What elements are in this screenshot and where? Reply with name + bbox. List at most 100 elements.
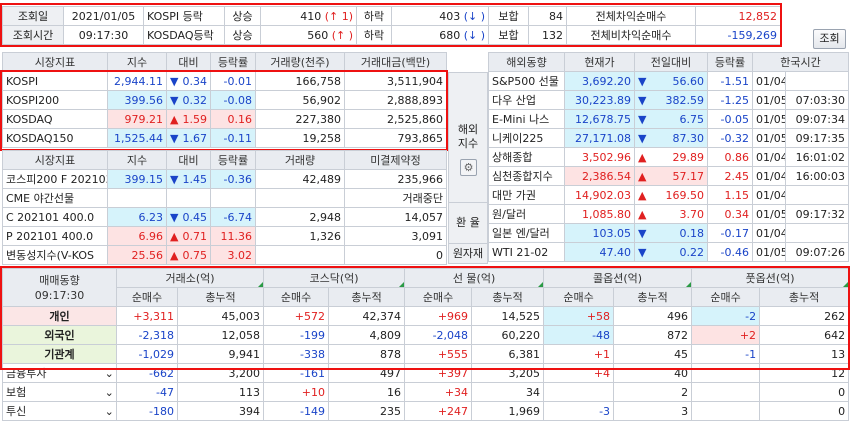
table-row[interactable]: E-Mini 나스 12,678.75 ▼ 6.75 -0.05 01/05 09:07:3… (488, 109, 850, 129)
down-arrow-icon: ▼ (638, 245, 647, 259)
net-buy-value: -161 (263, 363, 330, 383)
overseas-rate: -0.17 (707, 223, 753, 243)
overseas-price: 27,171.08 (564, 128, 635, 148)
investor-name: 외국인 (2, 325, 117, 345)
net-buy-value (691, 401, 761, 421)
table-row[interactable]: WTI 21-02 47.40 ▼ 0.22 -0.46 01/05 09:07:26 (488, 242, 850, 262)
cumulative-value: 2 (613, 382, 693, 402)
time-value: 09:17:30 (63, 25, 144, 45)
cumulative-value: 394 (176, 401, 265, 421)
table-row[interactable]: 변동성지수(V-KOS 25.56 ▲ 0.75 3.02 0 (2, 245, 447, 265)
net-buy-value: +3,311 (116, 306, 178, 326)
net-buy-value: -662 (116, 363, 178, 383)
table-row[interactable]: 기관계 -1,029 9,941 -338 878 +555 6,381 +1 45 -… (2, 344, 850, 364)
index-rate: -0.01 (210, 71, 256, 91)
cumulative-value: 0 (759, 382, 850, 402)
table-row[interactable]: P 202101 400.0 6.96 ▲ 0.71 11.36 1,326 3,… (2, 226, 447, 246)
chevron-down-icon[interactable]: ⌄ (102, 363, 117, 383)
overseas-name: 다우 산업 (488, 90, 565, 110)
header-prev-change: 전일대비 (634, 52, 708, 72)
index-change: ▲ 1.59 (166, 109, 211, 129)
index-rate: -0.11 (210, 128, 256, 148)
down-arrow-icon: ▼ (170, 93, 179, 107)
investor-name: 보험 (2, 382, 103, 402)
up-label: 상승 (224, 25, 261, 45)
table-row[interactable]: 투신 ⌄ -180 394 -149 235 +247 1,969 -3 3 0 (2, 401, 850, 421)
chevron-down-icon[interactable]: ⌄ (102, 401, 117, 421)
net-buy-value: -338 (263, 344, 330, 364)
down-label: 하락 (356, 6, 392, 26)
overseas-change: ▼ 56.60 (634, 71, 708, 91)
arbitrage-label: 전체차익순매수 (566, 6, 696, 26)
table-row[interactable]: 일본 엔/달러 103.05 ▼ 0.18 -0.17 01/04 (488, 223, 850, 243)
index-volume: 166,758 (255, 71, 345, 91)
cumulative-value: 40 (613, 363, 693, 383)
table-row[interactable]: CME 야간선물 거래중단 (2, 188, 447, 208)
gear-icon[interactable]: ⚙ (460, 159, 477, 176)
overseas-change: ▼ 6.75 (634, 109, 708, 129)
cumulative-value: 14,525 (471, 306, 545, 326)
cumulative-value: 642 (759, 325, 850, 345)
table-row[interactable]: 코스피200 F 202103 399.15 ▼ 1.45 -0.36 42,48… (2, 169, 447, 189)
net-buy-header: 순매수 (543, 287, 615, 307)
net-buy-value: -2 (691, 306, 761, 326)
table-row[interactable]: 대만 가권 14,902.03 ▲ 169.50 1.15 01/04 (488, 185, 850, 205)
net-buy-header: 순매수 (404, 287, 473, 307)
table-row[interactable]: KOSPI 2,944.11 ▼ 0.34 -0.01 166,758 3,511… (2, 71, 447, 91)
cumulative-value: 6,381 (471, 344, 545, 364)
investor-name: 기관계 (2, 344, 117, 364)
cumulative-value: 60,220 (471, 325, 545, 345)
up-arrow-icon: ▲ (638, 150, 647, 164)
table-row[interactable]: KOSDAQ 979.21 ▲ 1.59 0.16 227,380 2,525,8… (2, 109, 447, 129)
arbitrage-value: 12,852 (695, 6, 781, 26)
table-row[interactable]: 다우 산업 30,223.89 ▼ 382.59 -1.25 01/05 07:03:30 (488, 90, 850, 110)
net-buy-value (691, 363, 761, 383)
overseas-name: E-Mini 나스 (488, 109, 565, 129)
down-arrow-icon: ▼ (170, 172, 179, 186)
table-row[interactable]: 심천종합지수 2,386.54 ▲ 57.17 2.45 01/04 16:00:03 (488, 166, 850, 186)
index-rate: 0.16 (210, 109, 256, 129)
overseas-price: 14,902.03 (564, 185, 635, 205)
instrument-volume (255, 245, 345, 265)
table-row[interactable]: S&P500 선물 3,692.20 ▼ 56.60 -1.51 01/04 (488, 71, 850, 91)
group-header: 풋옵션(억) (691, 268, 850, 288)
table-row[interactable]: 원/달러 1,085.80 ▲ 3.70 0.34 01/05 09:17:32 (488, 204, 850, 224)
kospi-flat-count: 84 (528, 6, 567, 26)
table-row[interactable]: KOSPI200 399.56 ▼ 0.32 -0.08 56,902 2,888… (2, 90, 447, 110)
table-row[interactable]: 개인 +3,311 45,003 +572 42,374 +969 14,525 +5… (2, 306, 850, 326)
kosdaq-up-count: 560 (↑ ) (260, 25, 357, 45)
overseas-date: 01/05 (752, 128, 786, 148)
instrument-price: 6.96 (107, 226, 167, 246)
cumulative-value: 4,809 (328, 325, 406, 345)
table-row[interactable]: KOSDAQ150 1,525.44 ▼ 1.67 -0.11 19,258 79… (2, 128, 447, 148)
chevron-down-icon[interactable]: ⌄ (102, 382, 117, 402)
net-buy-value: +247 (404, 401, 473, 421)
cumulative-value: 0 (759, 401, 850, 421)
header-amount: 거래대금(백만) (344, 52, 447, 72)
net-buy-header: 순매수 (116, 287, 178, 307)
overseas-change: ▲ 169.50 (634, 185, 708, 205)
table-row[interactable]: 니케이225 27,171.08 ▼ 87.30 -0.32 01/05 09:17:35 (488, 128, 850, 148)
table-row[interactable]: 보험 ⌄ -47 113 +10 16 +34 34 2 0 (2, 382, 850, 402)
table-row[interactable]: 금융투자 ⌄ -662 3,200 -161 497 +397 3,205 +4 40 … (2, 363, 850, 383)
cumulative-value: 34 (471, 382, 545, 402)
overseas-date: 01/05 (752, 204, 786, 224)
index-value: 2,944.11 (107, 71, 167, 91)
table-row[interactable]: C 202101 400.0 6.23 ▼ 0.45 -6.74 2,948 14… (2, 207, 447, 227)
date-label: 조회일 (2, 6, 64, 26)
cumulative-value: 497 (328, 363, 406, 383)
cumulative-value: 872 (613, 325, 693, 345)
table-row[interactable]: 상해종합 3,502.96 ▲ 29.89 0.86 01/04 16:01:02 (488, 147, 850, 167)
cumulative-value: 235 (328, 401, 406, 421)
investor-name: 개인 (2, 306, 117, 326)
overseas-change: ▼ 0.22 (634, 242, 708, 262)
cumulative-value: 45 (613, 344, 693, 364)
table-row[interactable]: 외국인 -2,318 12,058 -199 4,809 -2,048 60,220 … (2, 325, 850, 345)
overseas-change: ▲ 57.17 (634, 166, 708, 186)
overseas-price: 3,502.96 (564, 147, 635, 167)
group-header: 선 물(억) (404, 268, 545, 288)
index-value: 399.56 (107, 90, 167, 110)
instrument-price: 6.23 (107, 207, 167, 227)
overseas-price: 103.05 (564, 223, 635, 243)
query-button[interactable]: 조회 (813, 29, 846, 49)
